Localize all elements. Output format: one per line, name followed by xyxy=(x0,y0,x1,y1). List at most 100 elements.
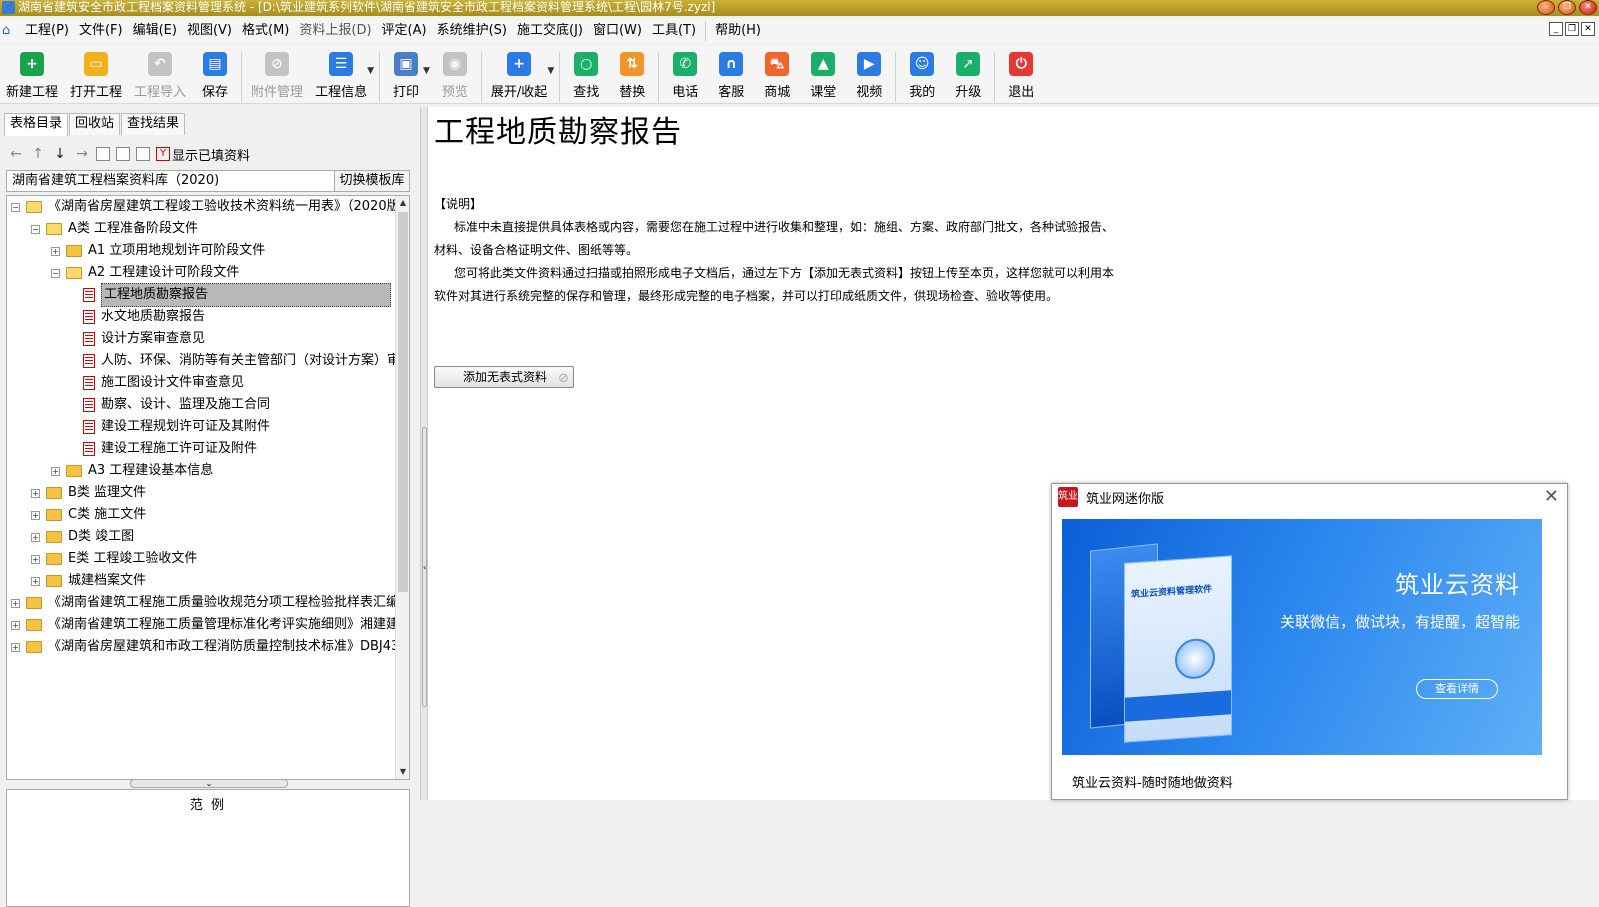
ad-banner[interactable]: 筑业云资料管理软件 筑业云资料 关联微信，做试块，有提醒，超智能 查看详情 xyxy=(1062,519,1542,755)
expand-icon[interactable]: + xyxy=(31,488,40,498)
expand-icon[interactable]: + xyxy=(51,246,60,256)
save-button[interactable]: ▤ 保存 xyxy=(192,52,238,100)
tree-leaf[interactable]: 设计方案审查意见 xyxy=(71,328,205,350)
expand-icon[interactable]: + xyxy=(11,642,20,652)
menu-view[interactable]: 视图(V) xyxy=(182,20,237,42)
tree-scrollbar[interactable]: ▲ ▼ xyxy=(395,196,409,779)
tree-node[interactable]: + D类 竣工图 xyxy=(31,526,134,548)
vertical-splitter[interactable]: ‹ xyxy=(420,107,428,800)
mdi-close-button[interactable]: ✕ xyxy=(1581,22,1595,36)
close-icon[interactable]: ✕ xyxy=(1544,486,1559,507)
grid-icon[interactable] xyxy=(136,147,150,161)
tree-node[interactable]: + 《湖南省建筑工程施工质量验收规范分项工程检验批样表汇编 xyxy=(11,592,399,614)
menu-briefing[interactable]: 施工交底(J) xyxy=(512,20,588,42)
expand-icon[interactable]: + xyxy=(31,510,40,520)
tree-leaf[interactable]: 人防、环保、消防等有关主管部门（对设计方案）审 xyxy=(71,350,400,372)
show-filled-toggle[interactable]: 显示已填资料 xyxy=(172,145,250,164)
open-project-button[interactable]: ▭ 打开工程 xyxy=(64,52,128,100)
menu-evaluate[interactable]: 评定(A) xyxy=(377,20,432,42)
menu-window[interactable]: 窗口(W) xyxy=(588,20,647,42)
project-info-button[interactable]: ☰ 工程信息 xyxy=(309,52,373,100)
expand-icon[interactable]: + xyxy=(11,598,20,608)
print-button[interactable]: ▣ 打印 xyxy=(383,52,429,100)
expand-icon[interactable]: + xyxy=(51,466,60,476)
close-button[interactable]: ✕ xyxy=(1579,0,1597,15)
exit-button[interactable]: ⏻ 退出 xyxy=(998,52,1044,100)
tree-node[interactable]: + C类 施工文件 xyxy=(31,504,146,526)
arrow-right-icon[interactable]: → xyxy=(74,146,90,162)
expand-icon[interactable]: + xyxy=(11,620,20,630)
minimize-button[interactable]: – xyxy=(1537,0,1555,15)
tree-node[interactable]: + B类 监理文件 xyxy=(31,482,146,504)
tree-leaf[interactable]: 勘察、设计、监理及施工合同 xyxy=(71,394,270,416)
tree-leaf[interactable]: 水文地质勘察报告 xyxy=(71,306,205,328)
tree-node[interactable]: + E类 工程竣工验收文件 xyxy=(31,548,197,570)
replace-button[interactable]: ⇅ 替换 xyxy=(609,52,655,100)
my-account-button[interactable]: ☺ 我的 xyxy=(899,52,945,100)
expand-icon[interactable]: + xyxy=(31,532,40,542)
arrow-left-icon[interactable]: ← xyxy=(8,146,24,162)
arrow-up-icon[interactable]: ↑ xyxy=(30,146,46,162)
menu-edit[interactable]: 编辑(E) xyxy=(128,20,182,42)
scroll-up-icon[interactable]: ▲ xyxy=(396,196,409,210)
menu-project[interactable]: 工程(P) xyxy=(20,20,74,42)
phone-button[interactable]: ✆ 电话 xyxy=(662,52,708,100)
expand-collapse-button[interactable]: + 展开/收起 xyxy=(485,52,553,100)
expand-icon[interactable]: + xyxy=(31,576,40,586)
collapse-icon[interactable]: − xyxy=(31,224,40,234)
arrow-down-icon[interactable]: ↓ xyxy=(52,146,68,162)
splitter-grip[interactable]: ‹ xyxy=(422,427,427,707)
video-button[interactable]: ▶ 视频 xyxy=(846,52,892,100)
classroom-button[interactable]: ▲ 课堂 xyxy=(800,52,846,100)
tree-node[interactable]: + A3 工程建设基本信息 xyxy=(51,460,213,482)
scrollbar-thumb[interactable] xyxy=(398,212,408,592)
mall-button[interactable]: ⛍ 商城 xyxy=(754,52,800,100)
collapse-icon[interactable]: − xyxy=(11,202,20,212)
tree-node[interactable]: + 城建档案文件 xyxy=(31,570,146,592)
tree-leaf[interactable]: 施工图设计文件审查意见 xyxy=(71,372,244,394)
tree-node[interactable]: + 《湖南省房屋建筑和市政工程消防质量控制技术标准》DBJ43 xyxy=(11,636,399,658)
view-details-button[interactable]: 查看详情 xyxy=(1416,679,1498,699)
attachment-button[interactable]: ⊘ 附件管理 xyxy=(245,52,309,100)
upgrade-button[interactable]: ➚ 升级 xyxy=(945,52,991,100)
tree-node[interactable]: + 《湖南省建筑工程施工质量管理标准化考评实施细则》湘建建 xyxy=(11,614,399,636)
menu-file[interactable]: 文件(F) xyxy=(74,20,128,42)
tree-node[interactable]: + A1 立项用地规划许可阶段文件 xyxy=(51,240,265,262)
menu-format[interactable]: 格式(M) xyxy=(237,20,294,42)
home-icon[interactable]: ⌂ xyxy=(2,24,16,38)
menu-maintenance[interactable]: 系统维护(S) xyxy=(432,20,512,42)
add-unformatted-document-button[interactable]: 添加无表式资料 ⊘ xyxy=(434,366,574,388)
customer-service-button[interactable]: ∩ 客服 xyxy=(708,52,754,100)
scroll-down-icon[interactable]: ▼ xyxy=(396,765,409,779)
expand-icon[interactable]: + xyxy=(31,554,40,564)
chevron-down-icon[interactable]: ▼ xyxy=(547,66,554,76)
tab-recycle-bin[interactable]: 回收站 xyxy=(69,113,121,135)
horizontal-splitter[interactable]: ⌄ xyxy=(130,779,288,788)
find-button[interactable]: ○ 查找 xyxy=(563,52,609,100)
chevron-down-icon[interactable]: ▼ xyxy=(423,66,430,76)
switch-template-button[interactable]: 切换模板库 xyxy=(335,171,409,191)
tab-catalog[interactable]: 表格目录 xyxy=(4,113,69,136)
tree-leaf[interactable]: 建设工程施工许可证及附件 xyxy=(71,438,257,460)
filter-icon[interactable]: Y xyxy=(156,147,170,161)
toolbar-separator xyxy=(559,52,561,102)
new-project-button[interactable]: + 新建工程 xyxy=(0,52,64,100)
mdi-minimize-button[interactable]: _ xyxy=(1549,22,1563,36)
import-project-button[interactable]: ↶ 工程导入 xyxy=(128,52,192,100)
tree-node[interactable]: − 《湖南省房屋建筑工程竣工验收技术资料统一用表》（2020版 xyxy=(11,196,400,218)
menu-help[interactable]: 帮助(H) xyxy=(710,20,766,42)
tree-leaf-selected[interactable]: 工程地质勘察报告 xyxy=(71,283,391,307)
menu-tools[interactable]: 工具(T) xyxy=(647,20,701,42)
collapse-icon[interactable]: − xyxy=(51,268,60,278)
chevron-down-icon[interactable]: ▼ xyxy=(367,66,374,76)
table-icon[interactable] xyxy=(96,147,110,161)
preview-button[interactable]: ◉ 预览 xyxy=(432,52,478,100)
copy-icon[interactable] xyxy=(116,147,130,161)
tab-search-results[interactable]: 查找结果 xyxy=(121,113,186,135)
restore-button[interactable]: ❐ xyxy=(1558,0,1576,15)
tree-node[interactable]: − A类 工程准备阶段文件 xyxy=(31,218,198,240)
tree-leaf[interactable]: 建设工程规划许可证及其附件 xyxy=(71,416,270,438)
tree-node[interactable]: − A2 工程建设计可阶段文件 xyxy=(51,262,239,284)
mdi-restore-button[interactable]: ❐ xyxy=(1565,22,1579,36)
menu-report[interactable]: 资料上报(D) xyxy=(294,20,376,42)
